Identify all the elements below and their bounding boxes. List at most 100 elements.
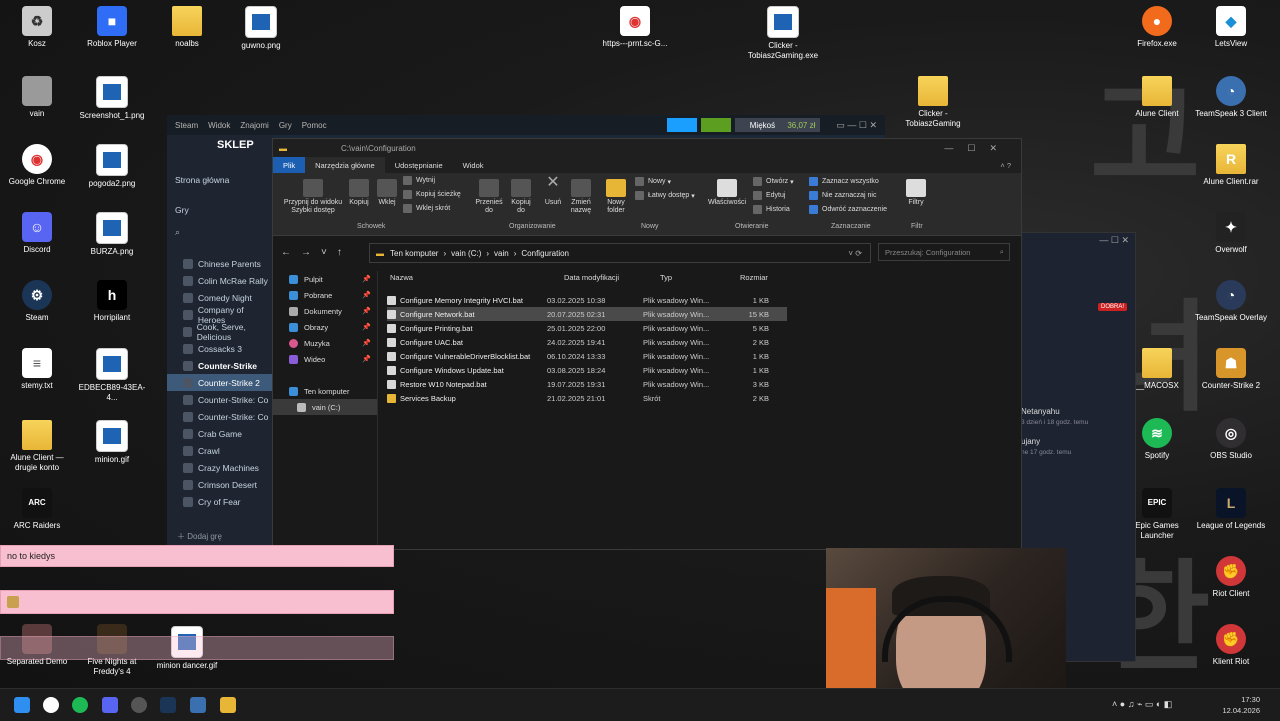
column-type[interactable]: Typ [660,273,672,282]
desktop-icon[interactable]: ◉ https---prnt.sc-G... [598,6,672,49]
paste-button[interactable]: Wklej [375,179,399,207]
desktop-icon[interactable]: ◉ Google Chrome [0,144,74,187]
desktop-icon[interactable]: ✊ Klient Riot [1194,624,1268,667]
pin-quick-access-button[interactable]: Przypnij do widoku Szybki dostęp [277,179,349,215]
tab-home[interactable]: Narzędzia główne [305,157,385,173]
games-filter[interactable]: Gry [175,205,189,215]
steam-menu-help[interactable]: Pomoc [302,121,327,130]
desktop-icon[interactable]: Screenshot_1.png [75,76,149,121]
copy-button[interactable]: Kopiuj [347,179,371,207]
tab-file[interactable]: Plik [273,157,306,173]
game-item[interactable]: Counter-Strike: Co [167,391,272,408]
desktop-icon[interactable]: ◆ LetsView [1194,6,1268,49]
game-item[interactable]: Cossacks 3 [167,340,272,357]
game-item[interactable]: Crimson Desert [167,476,272,493]
discord-icon[interactable] [102,697,118,713]
nav-videos[interactable]: Wideo 📌 [273,351,377,367]
desktop-icon[interactable]: BURZA.png [75,212,149,257]
file-row[interactable]: Restore W10 Notepad.bat 19.07.2025 19:31 P… [387,377,787,391]
rename-button[interactable]: Zmień nazwę [567,179,595,215]
desktop-icon[interactable]: ■ Roblox Player [75,6,149,49]
help-icon[interactable]: ˄ ? [990,157,1021,173]
desktop-icon[interactable]: Clicker - TobiaszGaming [896,76,970,129]
game-item[interactable]: Cry of Fear [167,493,272,510]
desktop-icon[interactable]: Clicker - TobiaszGaming.exe [746,6,820,61]
tray-icons[interactable]: ˄ ● ♫ ⌁ ▭ ◐ ◧ [1112,699,1172,710]
tab-view[interactable]: Widok [453,157,494,173]
desktop-icon[interactable]: noalbs [150,6,224,49]
edit-button[interactable]: Edytuj [753,191,785,200]
move-to-button[interactable]: Przenieś do [475,179,503,215]
refresh-icon[interactable]: ˅ ⟳ [848,249,862,258]
nav-downloads[interactable]: Pobrane 📌 [273,287,377,303]
store-home[interactable]: Strona główna [175,175,229,185]
file-row[interactable]: Configure VulnerableDriverBlocklist.bat 0… [387,349,787,363]
window-controls[interactable]: ▭ — ☐ ✕ [836,120,877,131]
easy-access-button[interactable]: Łatwy dostęp ▾ [635,191,695,200]
history-button[interactable]: Historia [753,205,790,214]
desktop-icon[interactable]: ☗ Counter-Strike 2 [1194,348,1268,391]
window-controls[interactable]: —☐✕ [944,143,1011,154]
obs-icon[interactable] [131,697,147,713]
nav-arrows[interactable]: ←→˅↑ [281,247,352,258]
desktop-icon[interactable]: ✊ Riot Client [1194,556,1268,599]
file-row[interactable]: Services Backup 21.02.2025 21:01 Skrót 2 KB [387,391,787,405]
paste-shortcut-button[interactable]: Wklej skrót [403,204,450,213]
filters-button[interactable]: Filtry [903,179,929,207]
notification-icon[interactable] [700,118,731,132]
tab-share[interactable]: Udostępnianie [385,157,453,173]
copy-path-button[interactable]: Kopiuj ścieżkę [403,190,461,199]
clock[interactable]: 17:30 12.04.2026 [1222,694,1260,716]
desktop-icon[interactable]: minion.gif [75,420,149,465]
search-icon[interactable]: ⌕ [175,227,180,238]
search-input[interactable]: Przeszukaj: Configuration ⌕ [878,243,1010,261]
steam-menu-games[interactable]: Gry [279,121,292,130]
game-item[interactable]: Comedy Night [167,289,272,306]
breadcrumb-item[interactable]: Ten komputer [390,249,438,258]
chrome-icon[interactable] [43,697,59,713]
desktop-icon[interactable]: ◔ TeamSpeak Overlay [1194,280,1268,323]
nav-drive-c[interactable]: vain (C:) [273,399,377,415]
desktop-icon[interactable]: ⚙ Steam [0,280,74,323]
game-item[interactable]: Chinese Parents [167,255,272,272]
user-menu[interactable]: Miękoś 36,07 zł [734,118,821,132]
spotify-icon[interactable] [72,697,88,713]
desktop-icon[interactable]: ARC ARC Raiders [0,488,74,531]
nav-documents[interactable]: Dokumenty 📌 [273,303,377,319]
copy-to-button[interactable]: Kopiuj do [507,179,535,215]
steam-menu-steam[interactable]: Steam [175,121,198,130]
nav-pictures[interactable]: Obrazy 📌 [273,319,377,335]
game-item[interactable]: Crawl [167,442,272,459]
breadcrumb-item[interactable]: Configuration [521,249,569,258]
select-none-button[interactable]: Nie zaznaczaj nic [809,191,876,200]
breadcrumb-item[interactable]: vain (C:) [451,249,481,258]
desktop-icon[interactable]: ✦ Overwolf [1194,212,1268,255]
desktop-icon[interactable]: ● Firefox.exe [1120,6,1194,49]
game-item[interactable]: Counter-Strike: Co [167,408,272,425]
desktop-icon[interactable]: Alune Client [1120,76,1194,119]
app-icon[interactable] [190,697,206,713]
game-item[interactable]: Crab Game [167,425,272,442]
game-item[interactable]: Crazy Machines [167,459,272,476]
desktop-icon[interactable]: Alune Client — drugie konto [0,420,74,473]
properties-button[interactable]: Właściwości [705,179,749,207]
open-button[interactable]: Otwórz ▾ [753,177,794,186]
desktop-icon[interactable]: ≡ stemy.txt [0,348,74,391]
desktop-icon[interactable]: h Horripilant [75,280,149,323]
select-all-button[interactable]: Zaznacz wszystko [809,177,879,186]
breadcrumb-item[interactable]: vain [494,249,509,258]
desktop-icon[interactable]: pogoda2.png [75,144,149,189]
desktop-icon[interactable]: L League of Legends [1194,488,1268,531]
desktop-icon[interactable]: guwno.png [224,6,298,51]
steam-menu-view[interactable]: Widok [208,121,230,130]
desktop-icon[interactable]: ◔ TeamSpeak 3 Client [1194,76,1268,119]
column-name[interactable]: Nazwa [390,273,413,282]
new-folder-button[interactable]: Nowy folder [601,179,631,215]
column-date[interactable]: Data modyfikacji [564,273,619,282]
invert-selection-button[interactable]: Odwróć zaznaczenie [809,205,887,214]
desktop-icon[interactable]: ☺ Discord [0,212,74,255]
address-bar[interactable]: ▬ Ten komputer › vain (C:) › vain › Configu… [369,243,871,263]
friend-name[interactable]: Netanyahu [1021,407,1060,416]
nav-music[interactable]: Muzyka 📌 [273,335,377,351]
start-icon[interactable] [14,697,30,713]
